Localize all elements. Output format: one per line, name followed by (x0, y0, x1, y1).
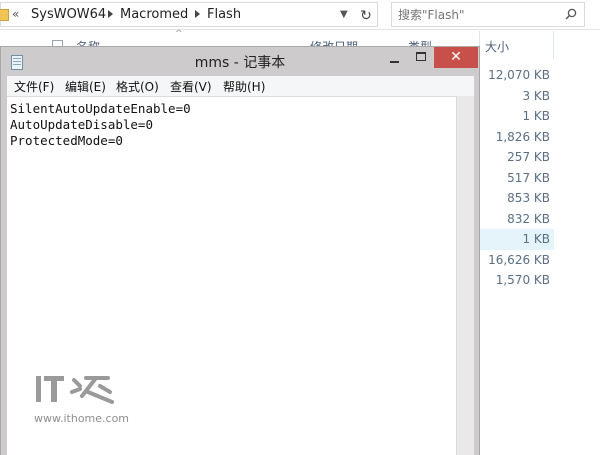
folder-icon (0, 9, 9, 21)
menu-file[interactable]: 文件(F) (14, 78, 54, 95)
watermark-url: www.ithome.com (34, 412, 130, 425)
menu-view[interactable]: 查看(V) (170, 78, 212, 95)
file-size-cell[interactable]: 3 KB (479, 86, 554, 107)
menu-bar: 文件(F) 编辑(E) 格式(O) 查看(V) 帮助(H) (7, 76, 474, 96)
column-header-size[interactable]: 大小 (485, 38, 509, 68)
file-size-cell[interactable]: 1,570 KB (479, 270, 554, 291)
breadcrumb-item-flash[interactable]: Flash (207, 7, 241, 22)
file-size-cell[interactable]: 1 KB (479, 229, 554, 250)
close-button[interactable]: ✕ (434, 47, 478, 68)
refresh-button[interactable]: ↻ (355, 6, 377, 26)
text-line: SilentAutoUpdateEnable=0 (10, 101, 191, 116)
minimize-button[interactable] (381, 47, 407, 68)
breadcrumb-chevron-icon[interactable] (195, 10, 200, 18)
file-size-cell[interactable]: 517 KB (479, 168, 554, 189)
file-size-cell[interactable]: 1 KB (479, 106, 554, 127)
minimize-icon (389, 61, 399, 63)
search-input[interactable] (398, 7, 558, 23)
file-size-cell[interactable]: 16,626 KB (479, 250, 554, 271)
breadcrumb-item-macromed[interactable]: Macromed (120, 7, 188, 22)
breadcrumb-chevron-icon[interactable] (108, 10, 113, 18)
vertical-scrollbar[interactable] (456, 96, 474, 455)
breadcrumb-item-syswow64[interactable]: SysWOW64 (31, 7, 106, 22)
watermark: www.ithome.com (34, 372, 134, 430)
breadcrumb-overflow-button[interactable]: « (12, 7, 19, 21)
sort-ascending-icon: ^ (175, 29, 183, 39)
text-line: ProtectedMode=0 (10, 133, 123, 148)
menu-edit[interactable]: 编辑(E) (65, 78, 106, 95)
ithome-logo (36, 376, 114, 404)
address-dropdown-icon[interactable]: ▼ (340, 9, 348, 20)
file-size-cell[interactable]: 853 KB (479, 188, 554, 209)
search-box[interactable] (391, 2, 585, 27)
file-size-cell[interactable]: 257 KB (479, 147, 554, 168)
size-column: 12,070 KB 3 KB 1 KB 1,826 KB 257 KB 517 KB 853… (479, 65, 554, 291)
text-line: AutoUpdateDisable=0 (10, 117, 153, 132)
file-size-cell[interactable]: 1,826 KB (479, 127, 554, 148)
title-bar[interactable]: mms - 记事本 ✕ (1, 47, 479, 75)
address-bar-row: « SysWOW64 Macromed Flash ▼ ↻ (0, 0, 600, 30)
file-size-cell[interactable]: 12,070 KB (479, 65, 554, 86)
file-size-cell[interactable]: 832 KB (479, 209, 554, 230)
search-icon[interactable] (565, 8, 577, 20)
menu-help[interactable]: 帮助(H) (223, 78, 265, 95)
column-divider[interactable] (553, 31, 554, 59)
address-bar[interactable]: « SysWOW64 Macromed Flash ▼ ↻ (0, 2, 378, 27)
maximize-button[interactable] (408, 47, 433, 68)
maximize-icon (415, 52, 426, 61)
menu-format[interactable]: 格式(O) (116, 78, 159, 95)
